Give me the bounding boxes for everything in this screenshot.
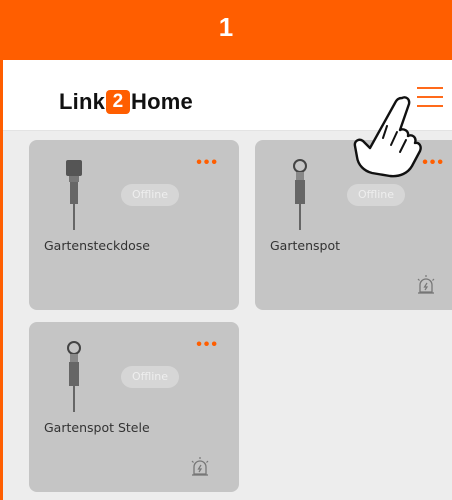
brand-suffix: Home [131, 89, 193, 114]
hand-pointer-icon [353, 96, 422, 178]
device-name: Gartensteckdose [44, 238, 150, 253]
device-card-gartensteckdose[interactable]: ••• Offline Gartensteckdose [29, 140, 239, 310]
brand-logo: Link 2 Home [59, 87, 193, 117]
alarm-light-icon [417, 275, 435, 294]
device-name: Gartenspot [270, 238, 340, 253]
brand-number: 2 [106, 90, 131, 114]
step-number: 1 [218, 12, 234, 42]
step-banner: 1 [0, 0, 452, 60]
status-badge: Offline [121, 184, 179, 206]
brand-prefix: Link [59, 89, 106, 114]
more-options-button[interactable]: ••• [196, 154, 219, 172]
device-card-gartenspot-stele[interactable]: ••• Offline Gartenspot Stele [29, 322, 239, 492]
status-badge: Offline [121, 366, 179, 388]
more-options-button[interactable]: ••• [196, 336, 219, 354]
garden-socket-icon [66, 160, 82, 230]
alarm-light-icon [191, 457, 209, 476]
garden-spotlight-icon [293, 159, 307, 230]
device-name: Gartenspot Stele [44, 420, 150, 435]
status-badge: Offline [347, 184, 405, 206]
garden-spotlight-icon [67, 341, 81, 412]
